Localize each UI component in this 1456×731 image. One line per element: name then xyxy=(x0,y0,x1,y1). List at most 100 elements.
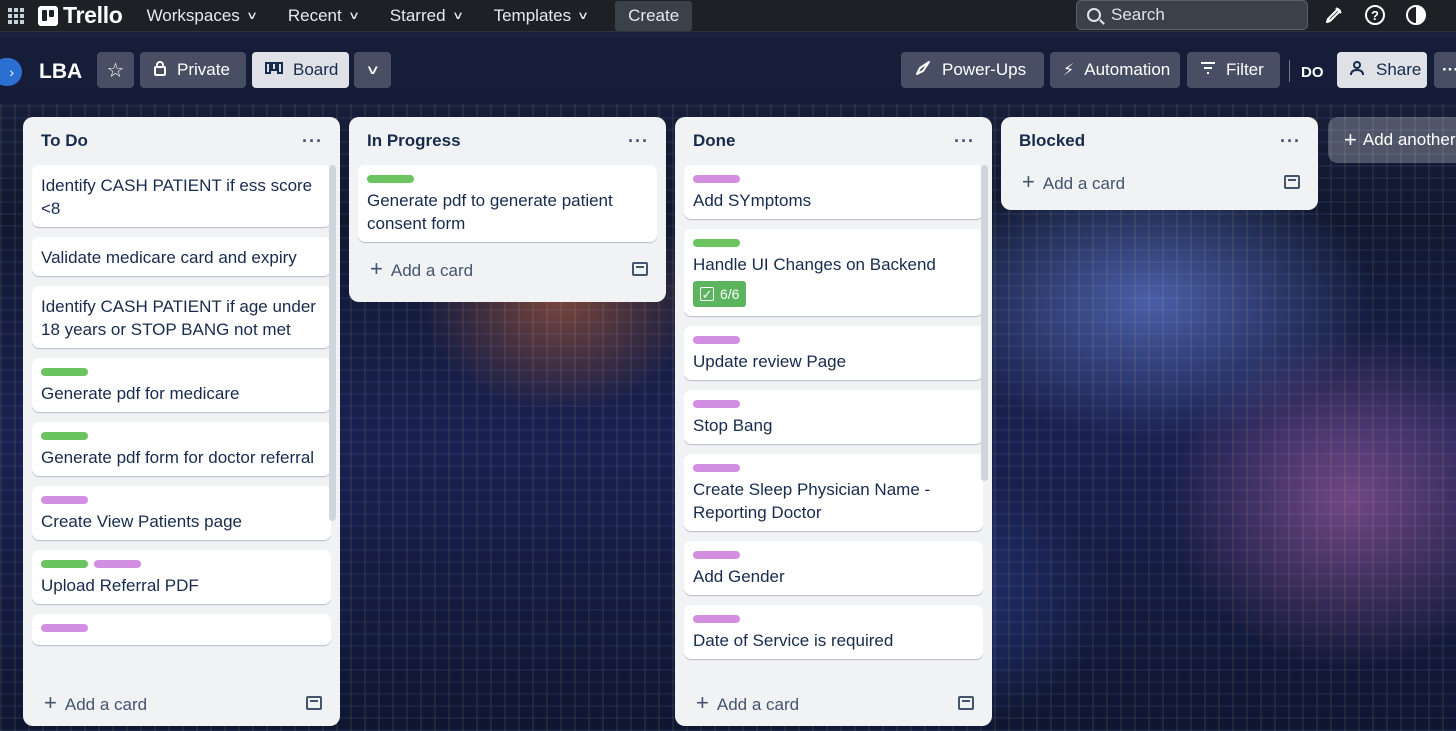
views-dropdown-button[interactable]: ∨ xyxy=(354,52,391,88)
brand-name: Trello xyxy=(63,2,123,28)
card-template-icon[interactable] xyxy=(306,696,322,710)
card-labels xyxy=(41,368,322,376)
trello-logo-icon xyxy=(38,5,58,26)
automation-button[interactable]: ⚡ Automation xyxy=(1050,52,1180,88)
list-blocked: Blocked ··· + Add a card xyxy=(1001,117,1318,210)
board-menu-button[interactable]: ··· xyxy=(1434,52,1456,88)
add-card-button[interactable]: + Add a card xyxy=(44,690,147,716)
card-template-icon[interactable] xyxy=(958,696,974,710)
card[interactable]: Create View Patients page xyxy=(32,486,331,540)
filter-button[interactable]: Filter xyxy=(1187,52,1280,88)
green-label[interactable] xyxy=(693,239,740,247)
green-label[interactable] xyxy=(41,368,88,376)
card-template-icon[interactable] xyxy=(1284,175,1300,189)
card[interactable]: Handle UI Changes on Backend ✓ 6/6 xyxy=(684,229,983,316)
card-labels xyxy=(693,400,974,408)
card[interactable] xyxy=(32,614,331,645)
card-container: Generate pdf to generate patient consent… xyxy=(358,165,657,252)
card[interactable]: Identify CASH PATIENT if age under 18 ye… xyxy=(32,286,331,348)
card[interactable]: Validate medicare card and expiry xyxy=(32,237,331,276)
list-title[interactable]: In Progress xyxy=(367,131,461,151)
purple-label[interactable] xyxy=(94,560,141,568)
card[interactable]: Generate pdf form for doctor referral xyxy=(32,422,331,476)
card[interactable]: Stop Bang xyxy=(684,390,983,444)
nav-templates[interactable]: Templates ∨ xyxy=(484,0,598,32)
card-template-icon[interactable] xyxy=(632,262,648,276)
nav-recent[interactable]: Recent ∨ xyxy=(278,0,368,32)
card[interactable]: Date of Service is required xyxy=(684,605,983,659)
purple-label[interactable] xyxy=(693,551,740,559)
green-label[interactable] xyxy=(367,175,414,183)
list-scrollbar[interactable] xyxy=(329,165,336,521)
chevron-down-icon: ∨ xyxy=(364,62,381,77)
star-button[interactable]: ☆ xyxy=(97,52,134,88)
list-menu-icon[interactable]: ··· xyxy=(302,131,323,152)
add-card-row: + Add a card xyxy=(1010,159,1309,205)
list-scrollbar[interactable] xyxy=(981,165,988,481)
trello-logo[interactable]: Trello xyxy=(38,2,123,29)
card-labels xyxy=(693,336,974,344)
purple-label[interactable] xyxy=(693,400,740,408)
theme-icon[interactable] xyxy=(1406,5,1426,25)
purple-label[interactable] xyxy=(693,336,740,344)
purple-label[interactable] xyxy=(693,615,740,623)
card[interactable]: Update review Page xyxy=(684,326,983,380)
list-menu-icon[interactable]: ··· xyxy=(954,131,975,152)
purple-label[interactable] xyxy=(41,624,88,632)
notifications-icon[interactable] xyxy=(1322,3,1346,27)
star-icon: ☆ xyxy=(106,59,125,82)
share-label: Share xyxy=(1376,60,1422,79)
search-input[interactable]: Search xyxy=(1076,0,1308,30)
board-view-label: Board xyxy=(293,60,339,79)
card[interactable]: Generate pdf to generate patient consent… xyxy=(358,165,657,242)
plus-icon: + xyxy=(44,690,57,715)
add-card-button[interactable]: + Add a card xyxy=(1022,169,1125,195)
nav-workspaces[interactable]: Workspaces ∨ xyxy=(137,0,266,32)
add-list-button[interactable]: + Add another list xyxy=(1328,117,1456,163)
chevron-down-icon: ∨ xyxy=(245,10,258,22)
green-label[interactable] xyxy=(41,560,88,568)
visibility-button[interactable]: Private xyxy=(140,52,246,88)
card[interactable]: Upload Referral PDF xyxy=(32,550,331,604)
share-button[interactable]: Share xyxy=(1337,52,1427,88)
top-navigation: Trello Workspaces ∨ Recent ∨ Starred ∨ Temp… xyxy=(0,0,1456,32)
board-title[interactable]: LBA xyxy=(39,60,82,84)
card-title: Create View Patients page xyxy=(41,512,242,531)
list-title[interactable]: Blocked xyxy=(1019,131,1085,151)
card[interactable]: Add SYmptoms xyxy=(684,165,983,219)
card-title: Handle UI Changes on Backend xyxy=(693,255,936,274)
card[interactable]: Add Gender xyxy=(684,541,983,595)
card-title: Add SYmptoms xyxy=(693,191,812,210)
add-card-row: + Add a card xyxy=(358,246,657,292)
list-title[interactable]: Done xyxy=(693,131,736,151)
add-card-button[interactable]: + Add a card xyxy=(696,690,799,716)
filter-label: Filter xyxy=(1226,60,1264,79)
plus-icon: + xyxy=(1022,169,1035,194)
powerups-button[interactable]: Power-Ups xyxy=(901,52,1044,88)
board-view-button[interactable]: Board xyxy=(252,52,349,88)
card[interactable]: Create Sleep Physician Name - Reporting … xyxy=(684,454,983,531)
sidebar-toggle-icon[interactable]: › xyxy=(0,58,22,86)
card[interactable]: Generate pdf for medicare xyxy=(32,358,331,412)
purple-label[interactable] xyxy=(41,496,88,504)
add-card-button[interactable]: + Add a card xyxy=(370,256,473,282)
card-title: Identify CASH PATIENT if age under 18 ye… xyxy=(41,297,316,339)
list-title[interactable]: To Do xyxy=(41,131,88,151)
list-menu-icon[interactable]: ··· xyxy=(1280,131,1301,152)
divider xyxy=(1289,60,1290,82)
visibility-label: Private xyxy=(177,60,230,79)
list-header: To Do ··· xyxy=(32,117,331,165)
create-button[interactable]: Create xyxy=(615,0,693,31)
purple-label[interactable] xyxy=(693,464,740,472)
purple-label[interactable] xyxy=(693,175,740,183)
app-switcher-icon[interactable] xyxy=(6,6,26,26)
green-label[interactable] xyxy=(41,432,88,440)
help-icon[interactable]: ? xyxy=(1365,5,1385,25)
add-card-label: Add a card xyxy=(716,695,800,714)
nav-starred[interactable]: Starred ∨ xyxy=(380,0,472,32)
card-labels xyxy=(693,239,974,247)
more-icon: ··· xyxy=(1442,60,1456,79)
card[interactable]: Identify CASH PATIENT if ess score <8 xyxy=(32,165,331,227)
member-avatar[interactable]: DO xyxy=(1301,64,1324,81)
list-menu-icon[interactable]: ··· xyxy=(628,131,649,152)
